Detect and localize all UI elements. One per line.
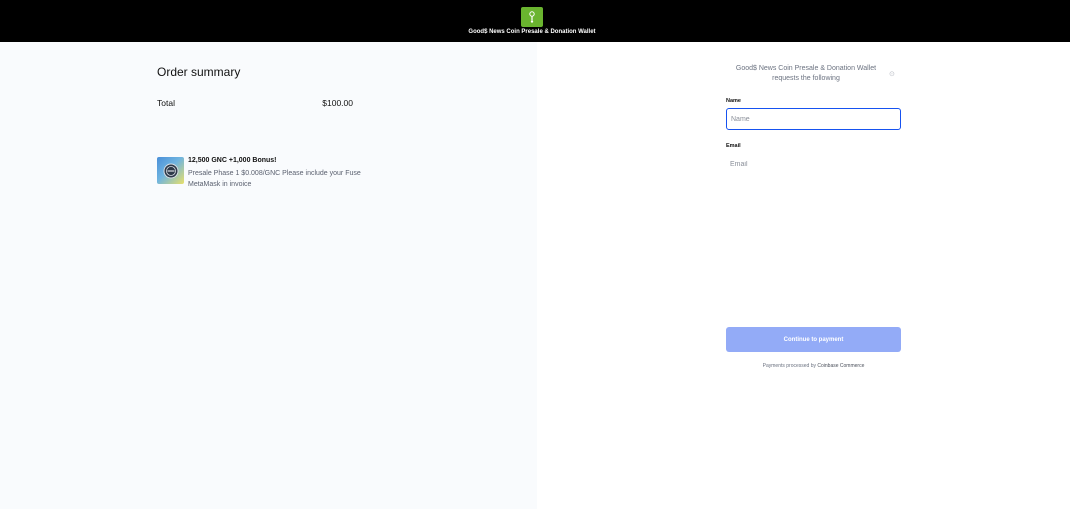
total-value: $100.00 [322,98,353,108]
name-input[interactable] [726,108,901,130]
item-description: Presale Phase 1 $0.008/GNC Please includ… [188,170,361,188]
payment-processor-note: Payments processed by Coinbase Commerce [726,363,901,369]
request-text: Good$ News Coin Presale & Donation Walle… [735,65,877,82]
item-title: 12,500 GNC +1,000 Bonus! [188,157,277,164]
brand-title: Good$ News Coin Presale & Donation Walle… [468,29,596,35]
top-bar: Good$ News Coin Presale & Donation Walle… [0,0,1070,42]
continue-to-payment-button[interactable]: Continue to payment [726,327,901,352]
name-label: Name [726,98,741,104]
footer-prefix: Payments processed by [762,363,818,369]
order-summary-title: Order summary [157,65,241,79]
email-input[interactable] [726,153,901,175]
wallet-logo-icon [521,7,543,27]
order-summary-pane [0,42,537,509]
email-label: Email [726,143,741,149]
close-icon[interactable]: ⊙ [889,70,895,78]
coin-thumbnail [157,157,184,184]
total-label: Total [157,98,175,108]
coinbase-commerce-link[interactable]: Coinbase Commerce [817,363,864,369]
